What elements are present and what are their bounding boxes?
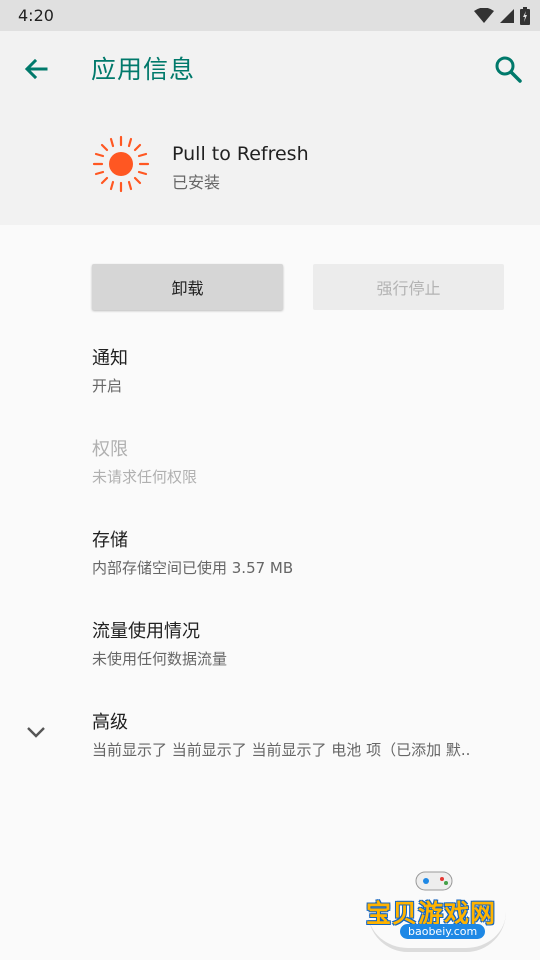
- page-title: 应用信息: [91, 55, 196, 84]
- sun-app-icon: [92, 135, 150, 193]
- watermark-url: baobeiy.com: [400, 924, 486, 939]
- list-item-title: 高级: [92, 712, 128, 733]
- list-item-permissions: 权限 未请求任何权限: [92, 435, 197, 487]
- list-item-advanced[interactable]: 高级 当前显示了 当前显示了 当前显示了 电池 项（已添加 默..: [92, 708, 470, 760]
- list-item-storage[interactable]: 存储 内部存储空间已使用 3.57 MB: [92, 526, 293, 578]
- status-time: 4:20: [18, 6, 54, 25]
- search-icon[interactable]: [492, 53, 524, 85]
- cell-signal-icon: [500, 8, 514, 23]
- list-item-subtitle: 开启: [92, 377, 123, 395]
- list-item-subtitle: 未使用任何数据流量: [92, 650, 228, 668]
- force-stop-button: 强行停止: [313, 264, 504, 310]
- list-item-subtitle: 未请求任何权限: [92, 468, 198, 486]
- list-item-subtitle: 当前显示了 当前显示了 当前显示了 电池 项（已添加 默..: [92, 741, 471, 759]
- list-item-notifications[interactable]: 通知 开启: [92, 344, 128, 396]
- action-buttons: 卸载 强行停止: [0, 225, 540, 335]
- app-bar: 应用信息: [0, 31, 540, 103]
- uninstall-button[interactable]: 卸载: [92, 264, 283, 310]
- status-bar: 4:20: [0, 0, 540, 31]
- list-item-title: 存储: [92, 530, 128, 551]
- watermark-logo: 宝贝游戏网 baobeiy.com: [362, 866, 512, 952]
- list-item-subtitle: 内部存储空间已使用 3.57 MB: [92, 559, 294, 577]
- gamepad-icon: [415, 871, 453, 891]
- back-arrow-icon[interactable]: [20, 53, 52, 85]
- list-item-data-usage[interactable]: 流量使用情况 未使用任何数据流量: [92, 617, 227, 669]
- list-item-title: 通知: [92, 348, 128, 369]
- chevron-down-icon[interactable]: [24, 720, 48, 744]
- list-item-title: 权限: [92, 439, 128, 460]
- status-icons: [474, 6, 530, 25]
- app-name: Pull to Refresh: [172, 143, 309, 165]
- app-header: Pull to Refresh 已安装: [0, 103, 540, 225]
- battery-icon: [520, 6, 530, 25]
- list-item-title: 流量使用情况: [92, 621, 200, 642]
- app-install-status: 已安装: [172, 173, 221, 192]
- wifi-icon: [474, 7, 494, 23]
